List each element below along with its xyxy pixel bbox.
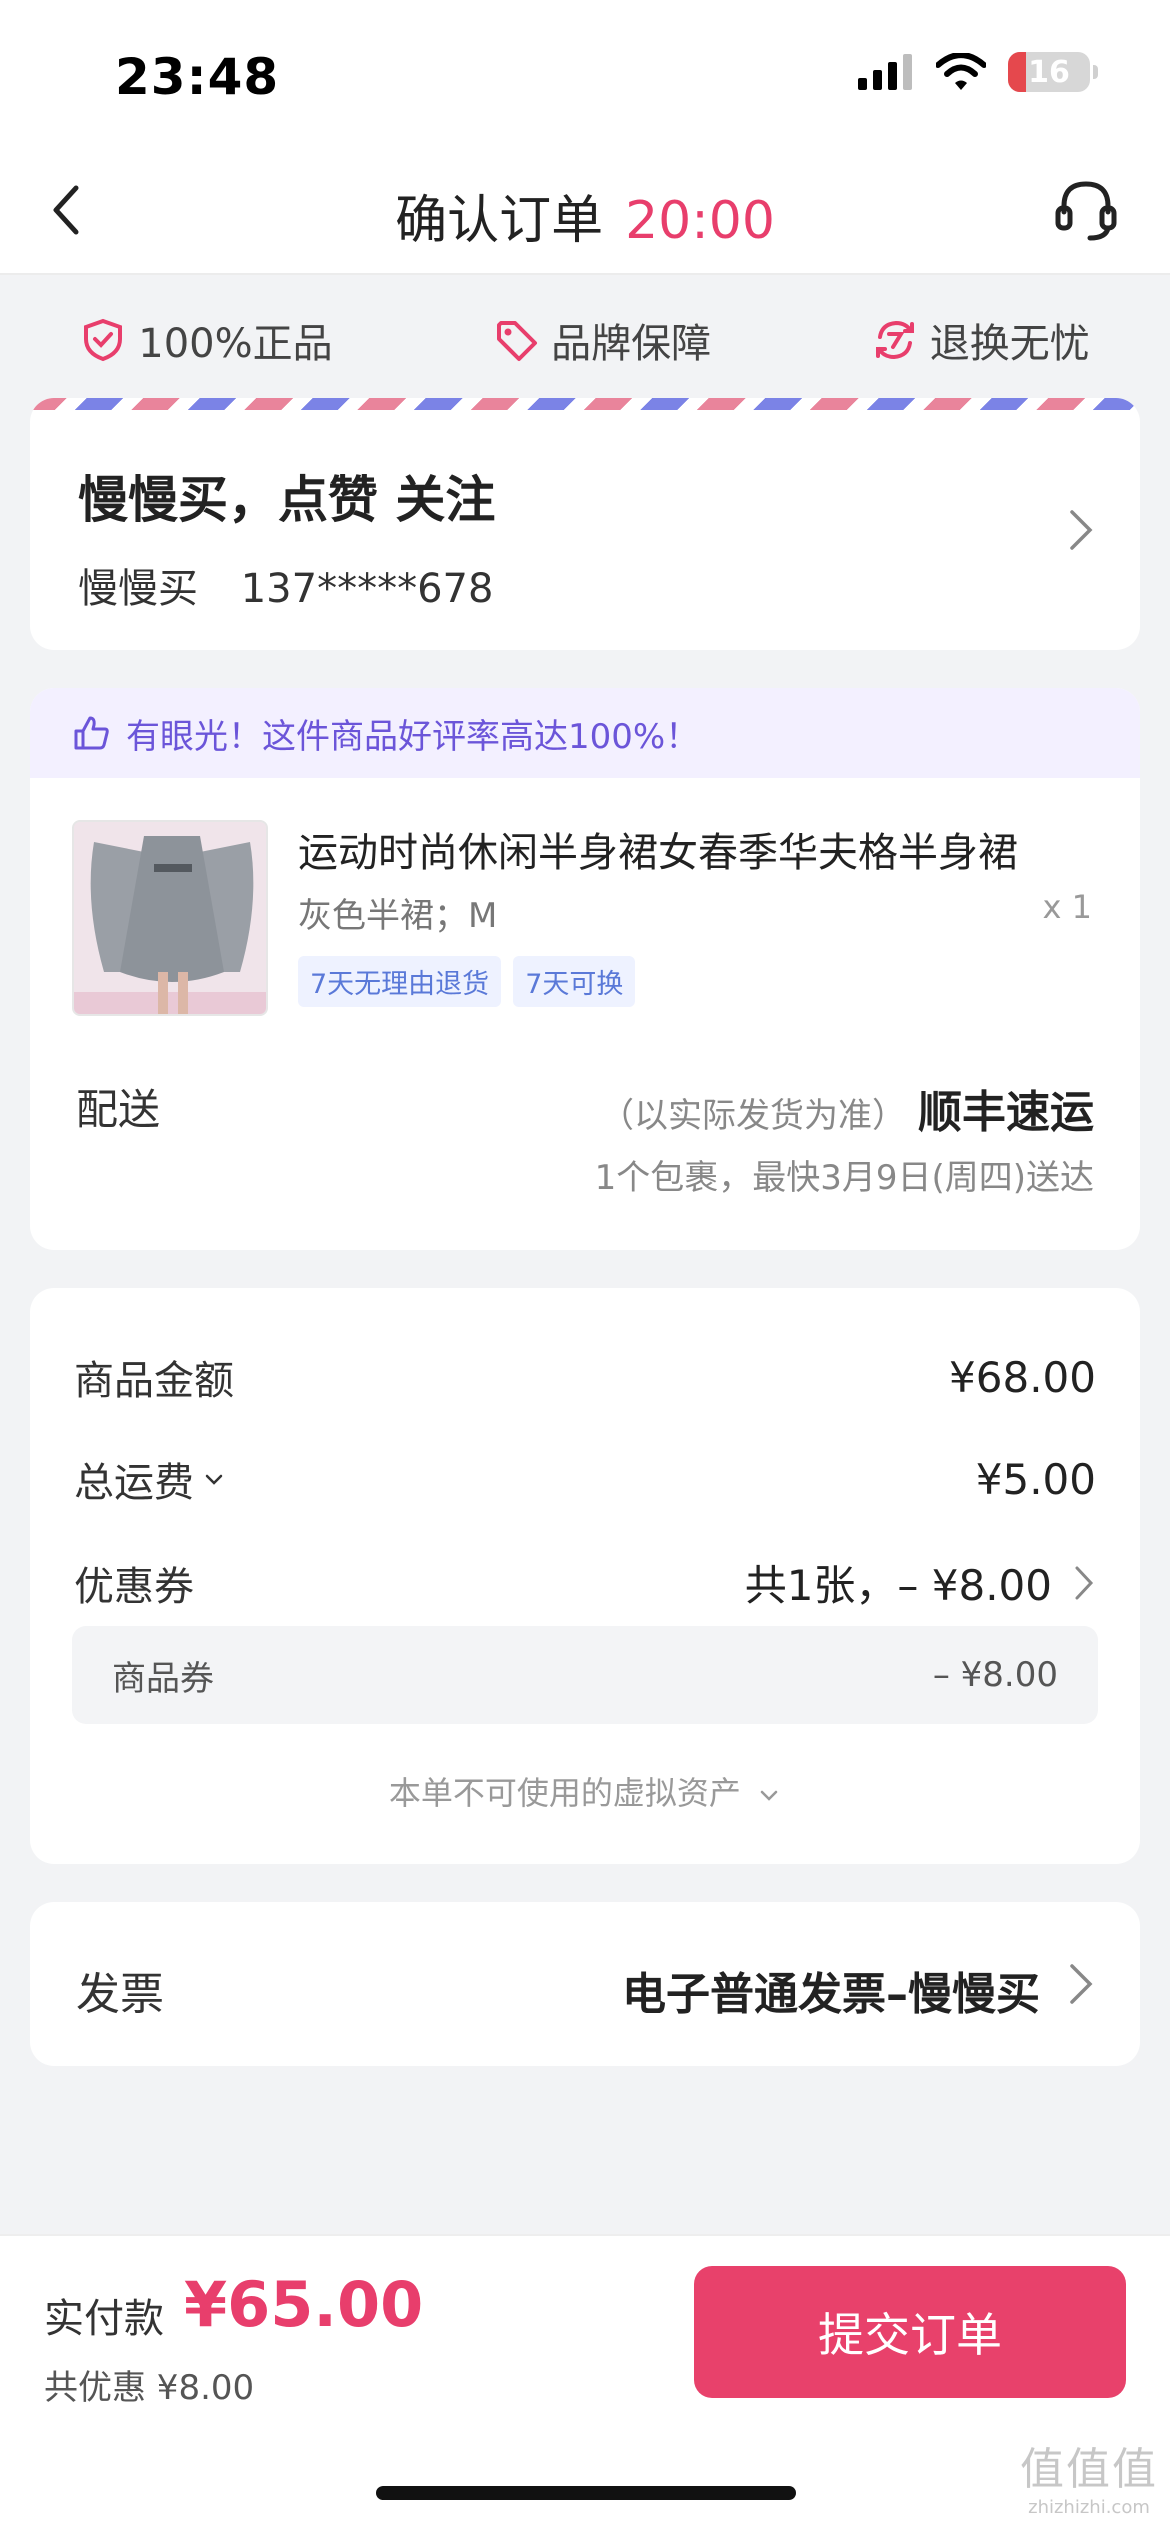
page-title: 确认订单 20:00 [0, 178, 1170, 253]
battery-indicator: 16 [1008, 52, 1098, 92]
freight-label: 总运费 [74, 1460, 194, 1506]
watermark: 值值值 zhizhizhi.com [1020, 2433, 1158, 2518]
product-quantity: x 1 [1042, 888, 1092, 926]
coupon-row[interactable]: 优惠券 共1张，– ¥8.00 [74, 1552, 1096, 1613]
pay-amount: ¥65.00 [184, 2268, 424, 2341]
total-discount: 共优惠 ¥8.00 [44, 2368, 255, 2408]
coupon-label: 优惠券 [74, 1563, 194, 1610]
freight-label-group: 总运费 [74, 1450, 226, 1508]
goods-coupon-box: 商品券 – ¥8.00 [72, 1626, 1098, 1724]
shipping-eta: 1个包裹，最快3月9日(周四)送达 [594, 1158, 1094, 1198]
return-exchange-icon [875, 320, 914, 360]
invoice-value: 电子普通发票–慢慢买 [622, 1969, 1040, 2020]
shipping-carrier: 顺丰速运 [918, 1087, 1094, 1138]
product-title: 运动时尚休闲半身裙女春季华夫格半身裙 [298, 830, 1018, 876]
chevron-right-icon [1075, 1566, 1094, 1599]
guarantee-label: 100%正品 [138, 321, 333, 367]
coupon-value-group: 共1张，– ¥8.00 [745, 1552, 1096, 1613]
battery-level [1008, 52, 1026, 92]
goods-amount-row: 商品金额 ¥68.00 [74, 1348, 1096, 1406]
thumbs-up-icon [74, 716, 109, 750]
guarantee-brand: 品牌保障 [493, 311, 711, 369]
address-contact: 慢慢买 137*****678 [78, 556, 493, 614]
home-indicator[interactable] [376, 2486, 796, 2500]
address-card[interactable]: 慢慢买，点赞 关注 慢慢买 137*****678 [30, 398, 1140, 650]
virtual-assets-text: 本单不可使用的虚拟资产 [388, 1774, 741, 1812]
address-title: 慢慢买，点赞 关注 [78, 471, 496, 529]
recipient-name: 慢慢买 [78, 566, 198, 612]
submit-order-button[interactable]: 提交订单 [694, 2266, 1126, 2398]
guarantee-return: 退换无忧 [872, 311, 1090, 369]
nav-bar: 确认订单 20:00 [0, 150, 1170, 275]
shipping-note: （以实际发货为准） [600, 1096, 906, 1136]
battery-percent: 16 [1028, 54, 1070, 90]
customer-service-icon[interactable] [1050, 174, 1122, 246]
guarantee-strip: 100%正品 品牌保障 退换无忧 [0, 290, 1170, 390]
product-spec: 灰色半裙；M [298, 896, 498, 936]
coupon-value: 共1张，– ¥8.00 [744, 1561, 1052, 1610]
tag-exchange: 7天可换 [513, 956, 636, 1007]
goods-coupon-label: 商品券 [112, 1658, 214, 1699]
status-icons: 16 [858, 52, 1098, 92]
watermark-url: zhizhizhi.com [1028, 2497, 1150, 2518]
goods-amount-label: 商品金额 [74, 1358, 234, 1404]
chevron-right-icon [1070, 510, 1093, 550]
rating-text: 有眼光！这件商品好评率高达100%！ [126, 716, 700, 757]
countdown-timer: 20:00 [625, 191, 775, 251]
service-tags: 7天无理由退货 7天可换 [298, 956, 636, 1007]
invoice-label: 发票 [76, 1969, 164, 2020]
product-card: 有眼光！这件商品好评率高达100%！ 运动时尚休闲半身裙女春季华夫格半身裙 灰色… [30, 688, 1140, 1250]
page-title-text: 确认订单 [395, 191, 604, 251]
rating-banner: 有眼光！这件商品好评率高达100%！ [30, 688, 1140, 778]
guarantee-label: 品牌保障 [551, 321, 712, 367]
tag-no-reason-return: 7天无理由退货 [298, 956, 502, 1007]
shield-check-icon [84, 318, 123, 362]
wifi-icon [936, 53, 986, 90]
recipient-phone: 137*****678 [240, 566, 494, 612]
guarantee-label: 退换无忧 [929, 321, 1090, 367]
guarantee-authentic: 100%正品 [80, 311, 333, 369]
status-time: 23:48 [115, 48, 280, 106]
price-summary-card: 商品金额 ¥68.00 总运费 ¥5.00 优惠券 共1张，– ¥8.00 商品… [30, 1288, 1140, 1864]
shipping-info: （以实际发货为准） 顺丰速运 [600, 1076, 1094, 1140]
goods-amount-value: ¥68.00 [949, 1352, 1096, 1402]
chevron-down-icon [205, 1474, 223, 1485]
signal-icon [858, 54, 912, 90]
chevron-down-icon [760, 1790, 778, 1801]
status-bar: 23:48 16 [0, 0, 1170, 150]
product-thumbnail[interactable] [72, 820, 268, 1016]
invoice-card[interactable]: 发票 电子普通发票–慢慢买 [30, 1902, 1140, 2066]
airmail-border [30, 398, 1140, 410]
chevron-right-icon [1070, 1964, 1093, 2004]
price-tag-icon [497, 321, 538, 361]
watermark-logo: 值值值 [1020, 2444, 1158, 2495]
shipping-label: 配送 [76, 1085, 161, 1134]
pay-label: 实付款 [44, 2296, 164, 2342]
freight-row[interactable]: 总运费 ¥5.00 [74, 1450, 1096, 1508]
virtual-assets-toggle[interactable]: 本单不可使用的虚拟资产 [30, 1768, 1140, 1814]
goods-coupon-value: – ¥8.00 [932, 1655, 1058, 1695]
product-image [74, 822, 266, 1014]
freight-value: ¥5.00 [975, 1454, 1096, 1504]
